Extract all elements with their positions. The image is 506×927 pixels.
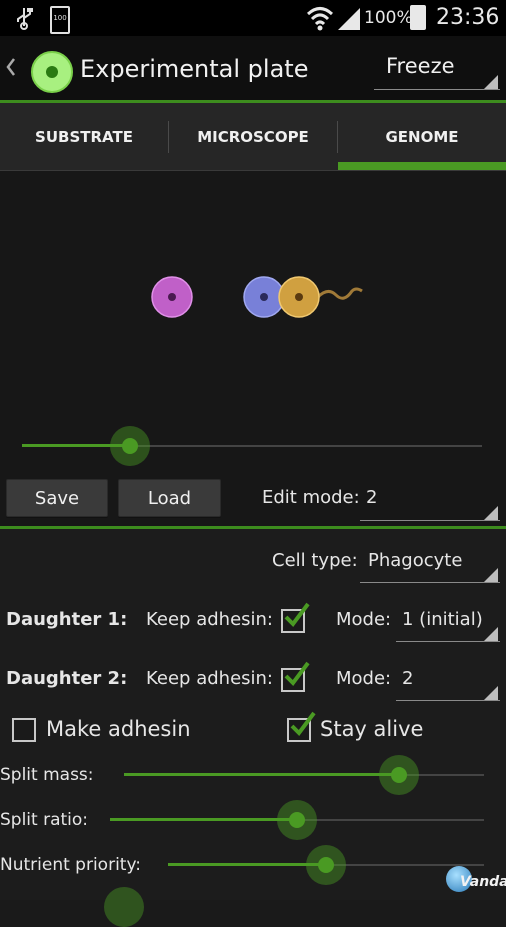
edit-mode-spinner[interactable]: 2	[360, 475, 500, 521]
daughter2-keep-adhesin-label: Keep adhesin:	[146, 668, 273, 689]
spinner-arrow-icon	[484, 686, 498, 700]
preview-slider-knob	[122, 438, 138, 454]
tab-microscope-label: MICROSCOPE	[197, 127, 309, 146]
stay-alive-label: Stay alive	[320, 717, 424, 741]
spinner-arrow-icon	[484, 568, 498, 582]
clock: 23:36	[436, 5, 500, 30]
make-adhesin-label: Make adhesin	[46, 717, 191, 741]
daughter1-mode-label: Mode:	[336, 609, 392, 630]
status-bar: 100 100% 23:36	[0, 0, 506, 36]
daughter2-mode-label: Mode:	[336, 668, 392, 689]
daughter1-mode-spinner[interactable]: 1 (initial)	[396, 598, 500, 642]
daughter2-mode-value: 2	[402, 668, 414, 689]
daughter2-label: Daughter 2:	[6, 668, 128, 689]
tab-bar: SUBSTRATE MICROSCOPE GENOME	[0, 103, 506, 171]
cell-type-label: Cell type:	[272, 550, 358, 571]
tab-substrate-label: SUBSTRATE	[35, 127, 133, 146]
cell-type-spinner[interactable]: Phagocyte	[360, 539, 500, 583]
cell-preview: Save Load Edit mode: 2	[0, 171, 506, 526]
split-ratio-label: Split ratio:	[0, 810, 89, 830]
battery-icon	[410, 5, 426, 30]
nutrient-priority-fill	[168, 863, 326, 866]
page-title: Experimental plate	[80, 55, 309, 83]
checkmark-icon	[284, 661, 310, 687]
daughter2-keep-adhesin-checkbox[interactable]	[281, 661, 310, 692]
edit-mode-value: 2	[366, 487, 378, 508]
make-adhesin-checkbox[interactable]	[12, 718, 36, 742]
chevron-left-icon[interactable]	[4, 56, 18, 78]
tab-genome[interactable]: GENOME	[338, 103, 506, 170]
daughter1-keep-adhesin-checkbox[interactable]	[281, 602, 310, 633]
daughter1-label: Daughter 1:	[6, 609, 128, 630]
watermark: Vandal	[460, 874, 506, 890]
cell-nucleus	[260, 293, 268, 301]
split-mass-label: Split mass:	[0, 765, 94, 785]
spinner-arrow-icon	[484, 506, 498, 520]
cell-nucleus	[295, 293, 303, 301]
genome-settings: Cell type: Phagocyte Daughter 1: Keep ad…	[0, 529, 506, 927]
daughter1-keep-adhesin-label: Keep adhesin:	[146, 609, 273, 630]
split-mass-knob	[391, 767, 407, 783]
nutrient-priority-label: Nutrient priority:	[0, 855, 142, 875]
load-button[interactable]: Load	[118, 479, 221, 517]
nutrient-priority-knob	[318, 857, 334, 873]
flagellum	[316, 287, 363, 300]
save-button[interactable]: Save	[6, 479, 108, 517]
signal-icon	[338, 8, 360, 30]
tab-microscope[interactable]: MICROSCOPE	[169, 103, 337, 170]
split-ratio-knob	[289, 812, 305, 828]
wifi-icon	[306, 7, 334, 31]
sd-card-icon: 100	[50, 6, 70, 34]
cell-type-value: Phagocyte	[368, 550, 463, 571]
checkmark-icon	[290, 711, 316, 737]
freeze-spinner-value: Freeze	[386, 54, 455, 78]
sd-card-badge: 100	[53, 14, 67, 22]
daughter2-mode-spinner[interactable]: 2	[396, 657, 500, 701]
cell-preview-canvas	[151, 276, 363, 318]
battery-percent: 100%	[364, 8, 413, 28]
tab-genome-label: GENOME	[385, 127, 459, 146]
stay-alive-checkbox[interactable]	[287, 711, 316, 742]
edit-mode-label: Edit mode:	[262, 487, 360, 508]
cell-nucleus	[168, 293, 176, 301]
checkmark-icon	[284, 602, 310, 628]
split-mass-fill	[124, 773, 399, 776]
spinner-arrow-icon	[484, 627, 498, 641]
daughter1-mode-value: 1 (initial)	[402, 609, 483, 630]
spinner-arrow-icon	[484, 75, 498, 89]
freeze-spinner[interactable]: Freeze	[374, 46, 500, 90]
split-ratio-fill	[110, 818, 297, 821]
tab-substrate[interactable]: SUBSTRATE	[0, 103, 168, 170]
usb-icon	[17, 8, 33, 30]
app-icon[interactable]	[31, 51, 73, 93]
tab-selected-indicator	[338, 162, 506, 170]
action-bar: Experimental plate Freeze	[0, 36, 506, 100]
next-slider-thumb[interactable]	[104, 887, 144, 927]
